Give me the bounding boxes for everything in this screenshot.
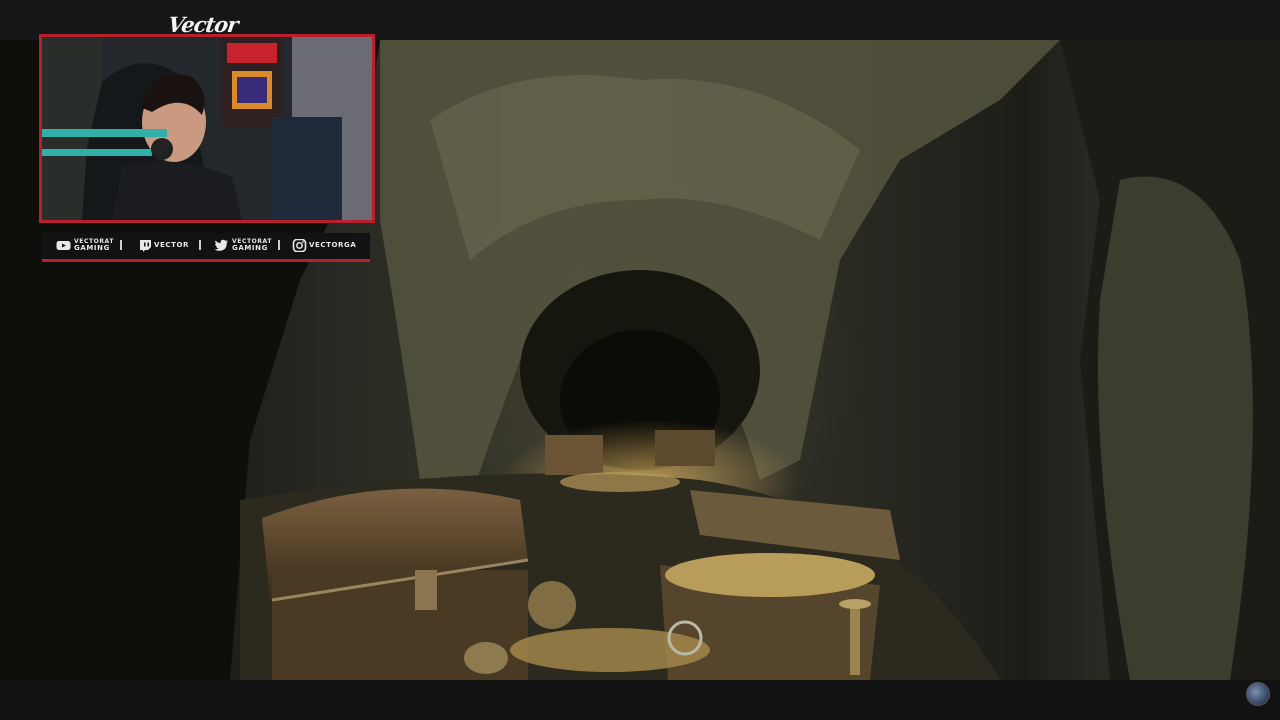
instagram-link[interactable]: VECTORGA <box>292 238 362 254</box>
twitter-link[interactable]: VECTORAT GAMING <box>214 238 274 254</box>
youtube-link[interactable]: VECTORAT GAMING <box>56 238 116 254</box>
social-links-bar: VECTORAT GAMING VECTOR VECTORAT GAMING V… <box>42 233 370 262</box>
twitch-icon <box>140 240 151 252</box>
twitch-link[interactable]: VECTOR <box>138 238 193 254</box>
youtube-label: GAMING <box>74 244 110 252</box>
youtube-icon <box>56 241 71 250</box>
instagram-label: VECTORGA <box>309 241 357 249</box>
separator <box>120 240 122 250</box>
channel-watermark-avatar[interactable] <box>1246 682 1270 706</box>
streamer-webcam-feed <box>42 37 372 220</box>
webcam-overlay <box>39 34 375 223</box>
instagram-icon <box>292 239 307 252</box>
separator <box>278 240 280 250</box>
video-bottom-letterbox <box>0 680 1280 720</box>
twitter-icon <box>214 239 228 251</box>
separator <box>199 240 201 250</box>
twitch-label: VECTOR <box>154 241 190 249</box>
twitter-label: GAMING <box>232 244 268 252</box>
